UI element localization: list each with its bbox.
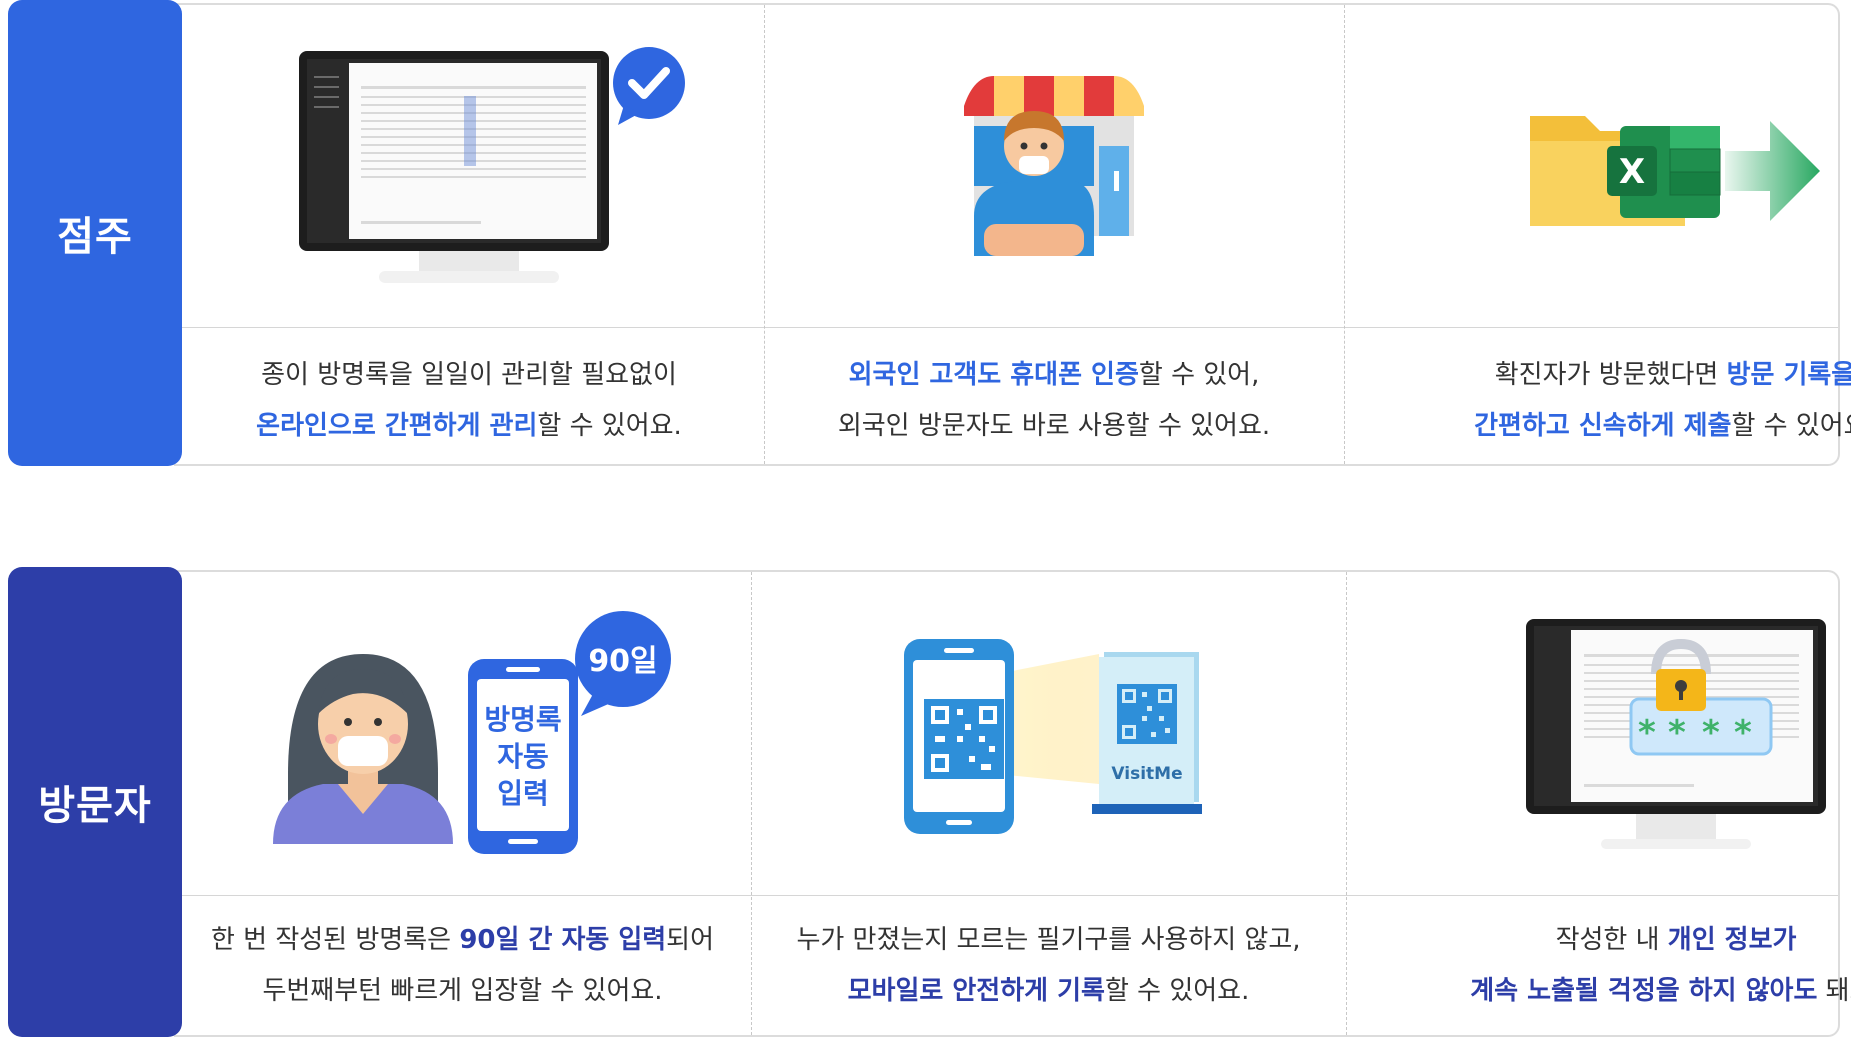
owner-board: X 종이 방명록을 일일이 관리할 필요없이 온라인으로 간편하게 관리할 수 … bbox=[174, 3, 1851, 466]
check-bubble-icon bbox=[613, 47, 685, 125]
svg-text:90일: 90일 bbox=[588, 644, 657, 679]
svg-text:X: X bbox=[1619, 152, 1645, 192]
text-line: 종이 방명록을 일일이 관리할 필요없이 bbox=[261, 360, 677, 390]
owner-card-text-2: 외국인 고객도 휴대폰 인증할 수 있어, 외국인 방문자도 바로 사용할 수 … bbox=[764, 350, 1344, 452]
owner-section: X 종이 방명록을 일일이 관리할 필요없이 온라인으로 간편하게 관리할 수 … bbox=[8, 0, 1851, 466]
phone-icon: 방명록 자동 입력 bbox=[467, 658, 578, 854]
svg-text:자동: 자동 bbox=[497, 740, 549, 773]
text-line: 할 수 있어, bbox=[1138, 360, 1260, 390]
text-line: 작성한 내 bbox=[1555, 925, 1668, 955]
text-line: 한 번 작성된 방명록은 bbox=[210, 925, 460, 955]
folder-excel-export-icon: X bbox=[1344, 5, 1851, 327]
visitor-board: 방명록 자동 입력 90일 VisitMe * * * * 한 번 작성된 방명… bbox=[174, 570, 1851, 1037]
text-line: 할 수 있어요. bbox=[1731, 411, 1851, 441]
owner-label: 점주 bbox=[8, 0, 182, 466]
text-line: 할 수 있어요. bbox=[537, 411, 682, 441]
woman-mask-icon bbox=[272, 653, 453, 844]
text-line: 할 수 있어요. bbox=[1104, 976, 1250, 1006]
visitor-card-text-1: 한 번 작성된 방명록은 90일 간 자동 입력되어 두번째부턴 빠르게 입장할… bbox=[174, 915, 751, 1017]
visitor-card-text-2: 누가 만졌는지 모르는 필기구를 사용하지 않고, 모바일로 안전하게 기록할 … bbox=[751, 915, 1346, 1017]
svg-text:*: * bbox=[1668, 713, 1686, 753]
store-owner-icon bbox=[764, 5, 1344, 327]
divider bbox=[174, 895, 1838, 896]
svg-text:입력: 입력 bbox=[497, 777, 549, 810]
text-line: 돼요. bbox=[1825, 976, 1851, 1006]
highlight-text: 간편하고 신속하게 제출 bbox=[1474, 411, 1732, 441]
svg-text:*: * bbox=[1638, 713, 1656, 753]
highlight-text: 90일 간 자동 입력 bbox=[459, 925, 667, 955]
svg-text:VisitMe: VisitMe bbox=[1111, 764, 1182, 784]
svg-text:*: * bbox=[1734, 713, 1752, 753]
highlight-text: 모바일로 안전하게 기록 bbox=[847, 976, 1105, 1006]
highlight-text: 외국인 고객도 휴대폰 인증 bbox=[848, 360, 1139, 390]
auto-fill-illustration: 방명록 자동 입력 90일 bbox=[174, 572, 751, 895]
badge-90-icon: 90일 bbox=[574, 610, 671, 716]
monitor-lock-icon: * * * * bbox=[1346, 572, 1851, 895]
text-line: 외국인 방문자도 바로 사용할 수 있어요. bbox=[837, 411, 1271, 441]
highlight-text: 계속 노출될 걱정을 하지 않아도 bbox=[1470, 976, 1818, 1006]
phone-qr-scan-icon: VisitMe bbox=[751, 572, 1346, 895]
text-line: 되어 bbox=[666, 925, 715, 955]
dashboard-monitor-illustration bbox=[174, 5, 764, 327]
highlight-text: 개인 정보가 bbox=[1667, 925, 1797, 955]
visitor-section: 방명록 자동 입력 90일 VisitMe * * * * 한 번 작성된 방명… bbox=[8, 567, 1851, 1037]
text-line: 두번째부턴 빠르게 입장할 수 있어요. bbox=[262, 976, 663, 1006]
highlight-text: 방문 기록을 bbox=[1726, 360, 1851, 390]
text-line: 누가 만졌는지 모르는 필기구를 사용하지 않고, bbox=[796, 925, 1301, 955]
owner-card-text-1: 종이 방명록을 일일이 관리할 필요없이 온라인으로 간편하게 관리할 수 있어… bbox=[174, 350, 764, 452]
divider bbox=[174, 327, 1838, 328]
visitor-label: 방문자 bbox=[8, 567, 182, 1037]
svg-text:방명록: 방명록 bbox=[484, 703, 561, 736]
visitor-card-text-3: 작성한 내 개인 정보가 계속 노출될 걱정을 하지 않아도 돼요. bbox=[1346, 915, 1851, 1017]
owner-card-text-3: 확진자가 방문했다면 방문 기록을 간편하고 신속하게 제출할 수 있어요. bbox=[1344, 350, 1851, 452]
svg-text:*: * bbox=[1702, 713, 1720, 753]
text-line: 확진자가 방문했다면 bbox=[1494, 360, 1727, 390]
highlight-text: 온라인으로 간편하게 관리 bbox=[256, 411, 538, 441]
